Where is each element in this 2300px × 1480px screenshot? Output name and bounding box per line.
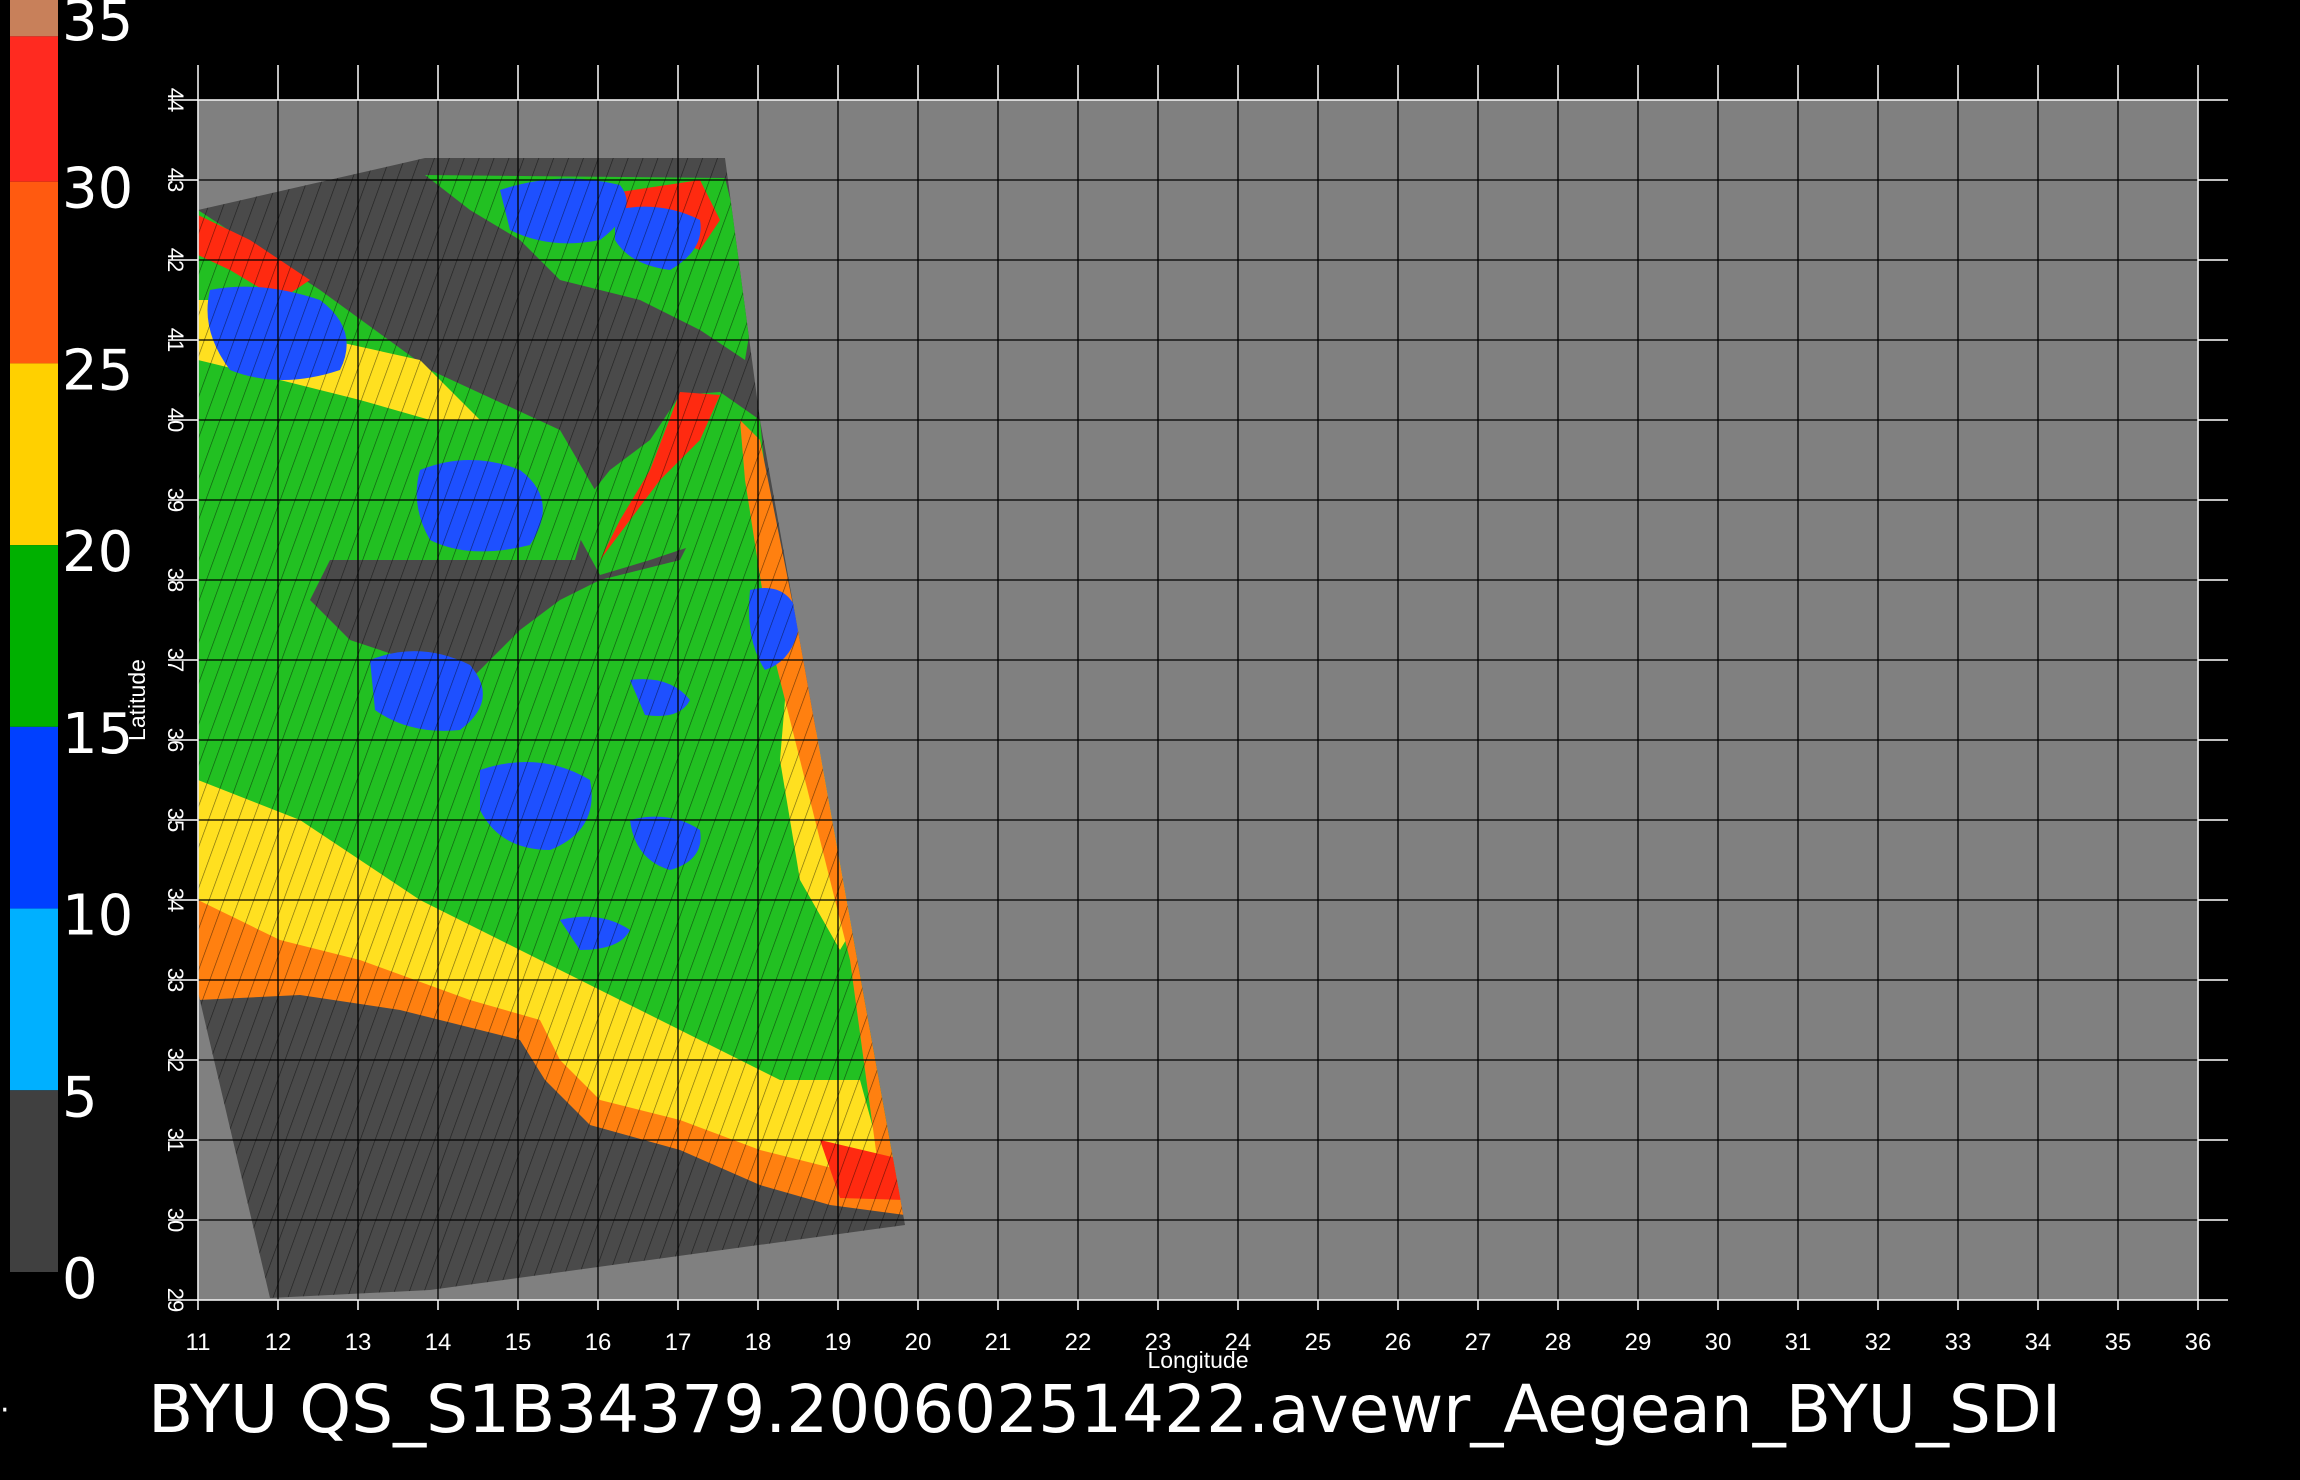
lon-tick-label: 35 xyxy=(2105,1329,2132,1356)
lon-tick-label: 27 xyxy=(1465,1329,1492,1356)
color-bar-label: 35 xyxy=(62,0,133,54)
lon-tick-label: 34 xyxy=(2025,1329,2052,1356)
color-bar-label: 30 xyxy=(62,157,133,222)
lon-tick-label: 30 xyxy=(1705,1329,1732,1356)
lon-tick-label: 16 xyxy=(585,1329,612,1356)
left-edge-marker: · xyxy=(0,1393,10,1428)
color-bar-label: 5 xyxy=(62,1065,98,1130)
lon-tick-label: 14 xyxy=(425,1329,452,1356)
x-axis-label: Longitude xyxy=(1147,1347,1248,1373)
wind-map-figure: 11 12 13 14 15 16 17 18 19 20 21 22 23 24 25 26 27 28 29 30… xyxy=(0,0,2300,1480)
color-bar xyxy=(10,0,58,1272)
lat-tick-label: 29 xyxy=(163,1288,188,1312)
lat-tick-label: 38 xyxy=(163,568,188,592)
lon-tick-label: 15 xyxy=(505,1329,532,1356)
color-bar-band xyxy=(10,726,58,909)
lat-tick-label: 42 xyxy=(163,248,188,272)
color-bar-band xyxy=(10,363,58,546)
color-bar-band xyxy=(10,908,58,1091)
lat-tick-label: 34 xyxy=(163,888,188,912)
lon-tick-label: 20 xyxy=(905,1329,932,1356)
color-bar-label: 20 xyxy=(62,520,133,585)
lon-tick-label: 28 xyxy=(1545,1329,1572,1356)
lon-tick-label: 11 xyxy=(186,1329,211,1356)
lon-tick-label: 25 xyxy=(1305,1329,1332,1356)
lon-tick-label: 13 xyxy=(345,1329,372,1356)
color-bar-labels: 35 30 25 20 15 10 5 0 xyxy=(62,0,133,1312)
lat-tick-label: 43 xyxy=(163,168,188,192)
color-bar-label: 15 xyxy=(62,702,133,767)
lat-tick-label: 33 xyxy=(163,968,188,992)
lat-tick-label: 32 xyxy=(163,1048,188,1072)
color-bar-band xyxy=(10,1090,58,1272)
map-title: BYU QS_S1B34379.20060251422.avewr_Aegean… xyxy=(148,1371,2061,1448)
lat-tick-label: 35 xyxy=(163,808,188,832)
color-bar-label: 10 xyxy=(62,884,133,949)
lon-tick-label: 33 xyxy=(1945,1329,1972,1356)
lat-tick-label: 30 xyxy=(163,1208,188,1232)
color-bar-band xyxy=(10,36,58,182)
color-bar-band xyxy=(10,181,58,364)
color-bar-band xyxy=(10,545,58,727)
lon-tick-label: 19 xyxy=(825,1329,852,1356)
lon-tick-label: 26 xyxy=(1385,1329,1412,1356)
lat-tick-label: 37 xyxy=(163,648,188,672)
lon-tick-label: 32 xyxy=(1865,1329,1892,1356)
color-bar-band xyxy=(10,0,58,37)
lon-tick-label: 12 xyxy=(265,1329,292,1356)
lon-tick-label: 29 xyxy=(1625,1329,1652,1356)
lat-tick-label: 31 xyxy=(163,1128,188,1152)
lat-tick-label: 41 xyxy=(163,328,188,352)
lon-tick-label: 18 xyxy=(745,1329,772,1356)
lon-tick-label: 31 xyxy=(1785,1329,1812,1356)
lon-tick-label: 17 xyxy=(665,1329,692,1356)
lat-tick-label: 40 xyxy=(163,408,188,432)
lon-tick-label: 36 xyxy=(2185,1329,2212,1356)
lat-tick-label: 36 xyxy=(163,728,188,752)
lat-tick-label: 44 xyxy=(163,88,188,112)
latitude-tick-labels: 29 30 31 32 33 34 35 36 37 38 39 40 41 42 43 44 xyxy=(163,88,188,1312)
lon-tick-label: 22 xyxy=(1065,1329,1092,1356)
lat-tick-label: 39 xyxy=(163,488,188,512)
color-bar-label: 0 xyxy=(62,1247,98,1312)
lon-tick-label: 21 xyxy=(985,1329,1012,1356)
wind-speed-map: 11 12 13 14 15 16 17 18 19 20 21 22 23 24 25 26 27 28 29 30… xyxy=(0,0,2228,1448)
color-bar-label: 25 xyxy=(62,338,133,403)
